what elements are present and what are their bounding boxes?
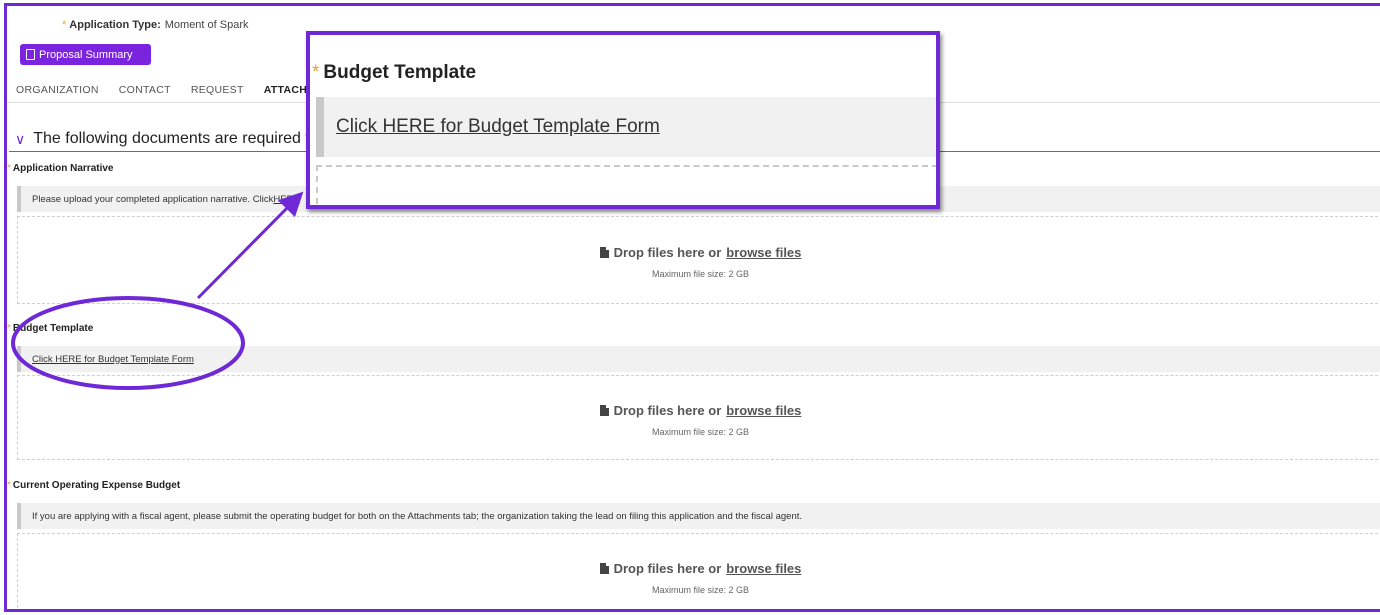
- file-upload-icon: [599, 405, 609, 416]
- browse-files-link[interactable]: browse files: [726, 403, 801, 418]
- drop-files-prompt: Drop files here or browse files: [599, 245, 801, 260]
- max-file-size: Maximum file size: 2 GB: [651, 269, 750, 279]
- drop-files-text: Drop files here or: [613, 561, 722, 576]
- operating-budget-dropzone[interactable]: Drop files here or browse files Maximum …: [17, 533, 1380, 609]
- drop-files-prompt: Drop files here or browse files: [599, 403, 801, 418]
- callout-title-text: Budget Template: [323, 62, 477, 83]
- application-type-label: Application Type:: [69, 19, 161, 31]
- field-label-text: Application Narrative: [12, 163, 114, 174]
- required-marker: *: [62, 19, 67, 31]
- budget-template-info: Click HERE for Budget Template Form: [17, 346, 1380, 372]
- callout-link-bar: Click HERE for Budget Template Form: [316, 97, 936, 157]
- budget-template-label: * Budget Template: [7, 323, 93, 334]
- chevron-down-icon[interactable]: ∨: [15, 131, 25, 148]
- section-header[interactable]: ∨ The following documents are required f: [15, 130, 310, 148]
- max-file-size: Maximum file size: 2 GB: [651, 427, 750, 437]
- required-marker: *: [7, 480, 11, 491]
- budget-template-dropzone[interactable]: Drop files here or browse files Maximum …: [17, 375, 1380, 460]
- browse-files-link[interactable]: browse files: [726, 561, 801, 576]
- operating-budget-info: If you are applying with a fiscal agent,…: [17, 503, 1380, 529]
- proposal-summary-button[interactable]: Proposal Summary: [20, 44, 151, 65]
- info-text: Please upload your completed application…: [32, 193, 274, 205]
- budget-template-link[interactable]: Click HERE for Budget Template Form: [32, 354, 194, 365]
- field-label-text: Current Operating Expense Budget: [12, 480, 181, 491]
- drop-files-prompt: Drop files here or browse files: [599, 561, 801, 576]
- max-file-size: Maximum file size: 2 GB: [651, 585, 750, 595]
- section-title: The following documents are required f: [33, 130, 310, 147]
- required-marker: *: [7, 163, 11, 174]
- drop-files-text: Drop files here or: [613, 403, 722, 418]
- application-narrative-label: * Application Narrative: [7, 163, 114, 174]
- required-marker: *: [312, 62, 320, 83]
- operating-budget-label: * Current Operating Expense Budget: [7, 480, 180, 491]
- tab-contact[interactable]: CONTACT: [119, 84, 171, 100]
- form-tabs: ORGANIZATION CONTACT REQUEST ATTACHMEN: [16, 84, 331, 100]
- field-label-text: Budget Template: [12, 323, 94, 334]
- tab-organization[interactable]: ORGANIZATION: [16, 84, 99, 100]
- proposal-summary-label: Proposal Summary: [39, 48, 133, 61]
- application-narrative-dropzone[interactable]: Drop files here or browse files Maximum …: [17, 216, 1380, 304]
- file-upload-icon: [599, 563, 609, 574]
- budget-template-zoom-callout: * Budget Template Click HERE for Budget T…: [306, 31, 940, 209]
- required-marker: *: [7, 323, 11, 334]
- document-icon: [26, 49, 35, 60]
- callout-dropzone-edge: [316, 165, 936, 205]
- drop-files-text: Drop files here or: [613, 245, 722, 260]
- browse-files-link[interactable]: browse files: [726, 245, 801, 260]
- narrative-here-link[interactable]: HERE: [273, 194, 299, 205]
- file-upload-icon: [599, 247, 609, 258]
- application-type: * Application Type: Moment of Spark: [62, 19, 249, 31]
- tab-request[interactable]: REQUEST: [191, 84, 244, 100]
- application-type-value: Moment of Spark: [164, 19, 249, 31]
- info-text: If you are applying with a fiscal agent,…: [32, 510, 803, 522]
- callout-budget-template-link[interactable]: Click HERE for Budget Template Form: [336, 116, 660, 138]
- callout-title: * Budget Template: [312, 62, 476, 84]
